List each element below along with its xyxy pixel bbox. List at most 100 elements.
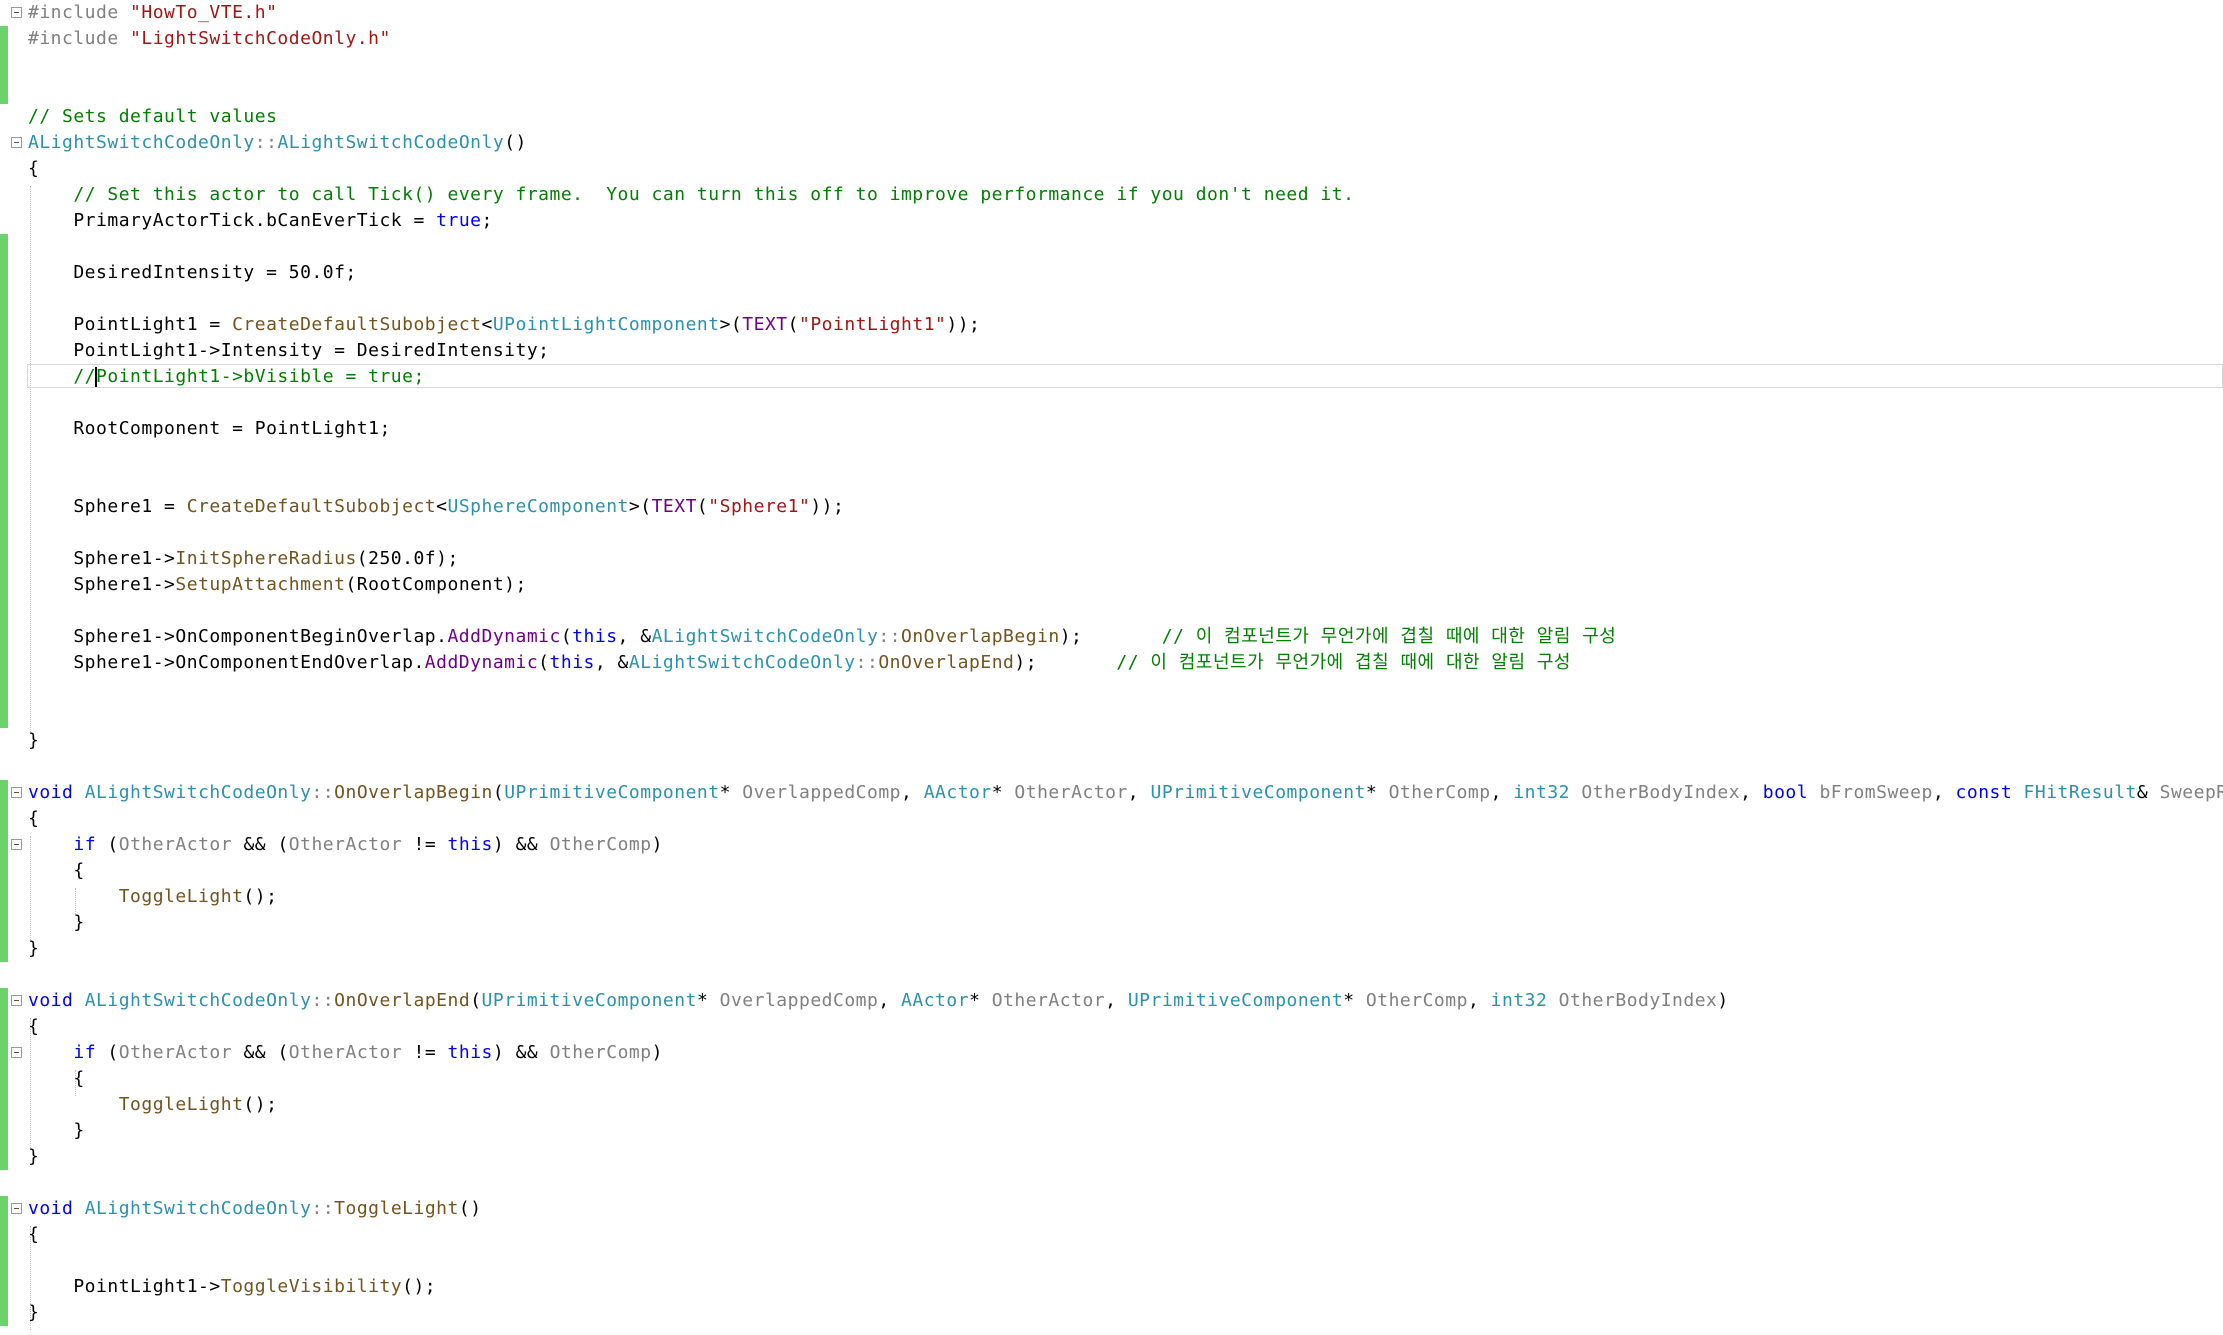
code-text[interactable]: { <box>28 806 39 832</box>
change-bar <box>0 156 8 182</box>
collapse-icon[interactable] <box>11 7 22 18</box>
code-line[interactable] <box>0 676 2223 702</box>
code-line[interactable]: { <box>0 858 2223 884</box>
code-line[interactable] <box>0 1248 2223 1274</box>
code-text[interactable]: { <box>28 858 85 884</box>
code-text[interactable]: ToggleLight(); <box>28 1092 277 1118</box>
code-line[interactable]: ToggleLight(); <box>0 884 2223 910</box>
code-line[interactable]: void ALightSwitchCodeOnly::OnOverlapBegi… <box>0 780 2223 806</box>
code-line[interactable]: } <box>0 1300 2223 1326</box>
code-line[interactable]: Sphere1->InitSphereRadius(250.0f); <box>0 546 2223 572</box>
code-text[interactable]: void ALightSwitchCodeOnly::OnOverlapEnd(… <box>28 988 1729 1014</box>
code-line[interactable]: DesiredIntensity = 50.0f; <box>0 260 2223 286</box>
code-text[interactable]: if (OtherActor && (OtherActor != this) &… <box>28 832 663 858</box>
code-line[interactable]: PointLight1->Intensity = DesiredIntensit… <box>0 338 2223 364</box>
code-text[interactable]: } <box>28 910 85 936</box>
code-text[interactable]: //PointLight1->bVisible = true; <box>28 364 425 390</box>
code-line[interactable]: { <box>0 1066 2223 1092</box>
code-line[interactable] <box>0 598 2223 624</box>
code-text[interactable]: ToggleLight(); <box>28 884 277 910</box>
collapse-icon[interactable] <box>11 995 22 1006</box>
collapse-icon[interactable] <box>11 787 22 798</box>
change-bar <box>0 962 8 988</box>
code-line[interactable] <box>0 754 2223 780</box>
change-bar <box>0 546 8 572</box>
collapse-icon[interactable] <box>11 137 22 148</box>
code-line[interactable]: RootComponent = PointLight1; <box>0 416 2223 442</box>
code-line[interactable]: //PointLight1->bVisible = true; <box>0 364 2223 390</box>
code-line[interactable]: } <box>0 1118 2223 1144</box>
code-line[interactable] <box>0 286 2223 312</box>
code-text[interactable]: DesiredIntensity = 50.0f; <box>28 260 357 286</box>
change-bar <box>0 364 8 390</box>
code-line[interactable]: } <box>0 1144 2223 1170</box>
code-line[interactable] <box>0 962 2223 988</box>
code-text[interactable]: } <box>28 1118 85 1144</box>
code-text[interactable]: Sphere1 = CreateDefaultSubobject<USphere… <box>28 494 844 520</box>
code-line[interactable]: } <box>0 910 2223 936</box>
code-text[interactable]: PointLight1->Intensity = DesiredIntensit… <box>28 338 550 364</box>
code-line[interactable]: PointLight1->ToggleVisibility(); <box>0 1274 2223 1300</box>
code-text[interactable]: #include "LightSwitchCodeOnly.h" <box>28 26 391 52</box>
code-line[interactable]: { <box>0 1222 2223 1248</box>
code-text[interactable]: if (OtherActor && (OtherActor != this) &… <box>28 1040 663 1066</box>
code-token-plain: < <box>436 496 448 517</box>
code-line[interactable]: ToggleLight(); <box>0 1092 2223 1118</box>
code-line[interactable] <box>0 52 2223 78</box>
code-line[interactable]: Sphere1->OnComponentEndOverlap.AddDynami… <box>0 650 2223 676</box>
code-line[interactable]: { <box>0 806 2223 832</box>
code-token-type: UPrimitiveComponent <box>1150 782 1366 803</box>
code-line[interactable]: Sphere1 = CreateDefaultSubobject<USphere… <box>0 494 2223 520</box>
code-text[interactable]: #include "HowTo_VTE.h" <box>28 0 277 26</box>
collapse-icon[interactable] <box>11 1047 22 1058</box>
code-line[interactable] <box>0 442 2223 468</box>
collapse-icon[interactable] <box>11 839 22 850</box>
code-text[interactable]: { <box>28 156 39 182</box>
code-line[interactable]: void ALightSwitchCodeOnly::ToggleLight() <box>0 1196 2223 1222</box>
code-text[interactable]: RootComponent = PointLight1; <box>28 416 391 442</box>
code-text[interactable]: Sphere1->InitSphereRadius(250.0f); <box>28 546 459 572</box>
code-text[interactable]: // Set this actor to call Tick() every f… <box>28 182 1354 208</box>
code-line[interactable]: // Sets default values <box>0 104 2223 130</box>
code-line[interactable]: } <box>0 936 2223 962</box>
code-text[interactable]: ALightSwitchCodeOnly::ALightSwitchCodeOn… <box>28 130 527 156</box>
code-text[interactable]: void ALightSwitchCodeOnly::ToggleLight() <box>28 1196 482 1222</box>
code-line[interactable]: ALightSwitchCodeOnly::ALightSwitchCodeOn… <box>0 130 2223 156</box>
code-line[interactable] <box>0 702 2223 728</box>
code-line[interactable] <box>0 390 2223 416</box>
indent-guide <box>30 836 31 940</box>
code-line[interactable]: PrimaryActorTick.bCanEverTick = true; <box>0 208 2223 234</box>
code-line[interactable]: Sphere1->OnComponentBeginOverlap.AddDyna… <box>0 624 2223 650</box>
code-editor[interactable]: #include "HowTo_VTE.h" #include "LightSwi… <box>0 0 2223 1335</box>
change-bar <box>0 1040 8 1066</box>
code-line[interactable] <box>0 78 2223 104</box>
code-line[interactable]: #include "HowTo_VTE.h" <box>0 0 2223 26</box>
code-text[interactable]: Sphere1->SetupAttachment(RootComponent); <box>28 572 527 598</box>
code-line[interactable]: void ALightSwitchCodeOnly::OnOverlapEnd(… <box>0 988 2223 1014</box>
code-text[interactable]: PrimaryActorTick.bCanEverTick = true; <box>28 208 493 234</box>
code-text[interactable]: void ALightSwitchCodeOnly::OnOverlapBegi… <box>28 780 2223 806</box>
code-text[interactable]: // Sets default values <box>28 104 277 130</box>
code-line[interactable]: // Set this actor to call Tick() every f… <box>0 182 2223 208</box>
code-line[interactable]: Sphere1->SetupAttachment(RootComponent); <box>0 572 2223 598</box>
code-line[interactable]: { <box>0 156 2223 182</box>
code-line[interactable] <box>0 520 2223 546</box>
code-token-plain: PointLight1 = <box>28 314 233 335</box>
code-token-plain: , & <box>617 626 652 647</box>
code-text[interactable]: Sphere1->OnComponentEndOverlap.AddDynami… <box>28 650 1571 676</box>
code-line[interactable]: #include "LightSwitchCodeOnly.h" <box>0 26 2223 52</box>
code-token-plain: , <box>1740 782 1763 803</box>
code-line[interactable] <box>0 234 2223 260</box>
code-text[interactable]: { <box>28 1066 85 1092</box>
code-text[interactable]: Sphere1->OnComponentBeginOverlap.AddDyna… <box>28 624 1616 650</box>
code-line[interactable]: } <box>0 728 2223 754</box>
code-line[interactable]: PointLight1 = CreateDefaultSubobject<UPo… <box>0 312 2223 338</box>
code-line[interactable]: if (OtherActor && (OtherActor != this) &… <box>0 1040 2223 1066</box>
code-text[interactable]: PointLight1->ToggleVisibility(); <box>28 1274 436 1300</box>
code-text[interactable]: PointLight1 = CreateDefaultSubobject<UPo… <box>28 312 980 338</box>
code-line[interactable] <box>0 468 2223 494</box>
code-line[interactable]: if (OtherActor && (OtherActor != this) &… <box>0 832 2223 858</box>
code-line[interactable]: { <box>0 1014 2223 1040</box>
code-line[interactable] <box>0 1170 2223 1196</box>
collapse-icon[interactable] <box>11 1203 22 1214</box>
